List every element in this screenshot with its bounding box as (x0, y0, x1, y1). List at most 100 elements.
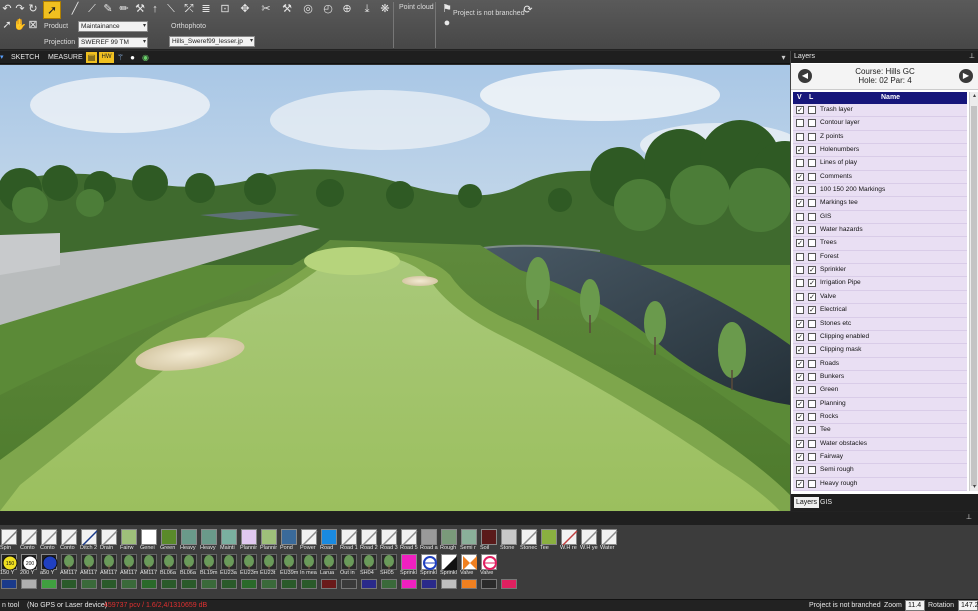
locked-checkbox[interactable] (808, 186, 816, 195)
palette-swatch[interactable] (421, 579, 437, 589)
visible-checkbox[interactable] (796, 252, 804, 261)
palette-swatch[interactable]: Heavy (200, 528, 218, 552)
visible-checkbox[interactable]: ✓ (796, 412, 804, 421)
visible-checkbox[interactable]: ✓ (796, 386, 804, 395)
palette-swatch[interactable]: Pond (280, 528, 298, 552)
palette-swatch[interactable] (481, 579, 497, 589)
palette-swatch[interactable] (221, 579, 237, 589)
scroll-up-icon[interactable]: ▴ (970, 92, 978, 100)
locked-checkbox[interactable] (808, 212, 816, 221)
visible-checkbox[interactable]: ✓ (796, 479, 804, 488)
locked-checkbox[interactable] (808, 439, 816, 448)
crosshair-icon[interactable]: ⊠ (26, 18, 40, 32)
visible-checkbox[interactable]: ✓ (796, 346, 804, 355)
palette-swatch[interactable] (341, 579, 357, 589)
palette-swatch[interactable]: EU23a (220, 553, 238, 577)
split-tool-icon[interactable]: ⤱ (182, 2, 196, 16)
palette-swatch[interactable] (281, 579, 297, 589)
locked-checkbox[interactable]: ✓ (808, 292, 816, 301)
palette-swatch[interactable]: Road 1 (340, 528, 358, 552)
rotation-input[interactable]: 147.2 (958, 600, 978, 611)
visible-checkbox[interactable]: ✓ (796, 452, 804, 461)
visible-checkbox[interactable]: ✓ (796, 146, 804, 155)
rotate-icon[interactable]: ↻ (26, 2, 40, 16)
palette-swatch[interactable]: Sprinkl (440, 553, 458, 577)
zoom-area-icon[interactable]: ⊡ (218, 2, 232, 16)
arrow-up-tool-icon[interactable]: ↑ (148, 2, 162, 16)
view-menu-icon[interactable]: ▾ (0, 52, 4, 63)
select-tool-button[interactable]: ➚ (43, 1, 61, 19)
tab-layers[interactable]: Layers (794, 497, 820, 508)
palette-swatch[interactable]: a50 Y (40, 553, 58, 577)
layer-row[interactable]: ✓ Stones etc (793, 317, 967, 331)
palette-swatch[interactable]: In mea (300, 553, 318, 577)
branch-icon[interactable]: ⚑ (440, 2, 454, 16)
visible-checkbox[interactable]: ✓ (796, 226, 804, 235)
document-icon[interactable]: ▤ (86, 52, 97, 63)
locked-checkbox[interactable] (808, 346, 816, 355)
palette-swatch[interactable]: Fairw (120, 528, 138, 552)
layer-row[interactable]: ✓ Planning (793, 397, 967, 411)
locked-checkbox[interactable] (808, 146, 816, 155)
palette-swatch[interactable]: Plannir (260, 528, 278, 552)
pencil-tool-icon[interactable]: ✏ (117, 2, 131, 16)
palette-swatch[interactable]: Valve (460, 553, 478, 577)
layer-row[interactable]: Contour layer (793, 117, 967, 131)
layer-row[interactable]: ✓ Electrical (793, 304, 967, 318)
layer-row[interactable]: ✓ Trash layer (793, 104, 967, 118)
visible-checkbox[interactable]: ✓ (796, 172, 804, 181)
palette-swatch[interactable] (321, 579, 337, 589)
move-tool-icon[interactable]: ✥ (238, 2, 252, 16)
layer-row[interactable]: ✓ Roads (793, 357, 967, 371)
hw-toggle[interactable]: HW (99, 52, 114, 63)
palette-swatch[interactable]: SH05 (380, 553, 398, 577)
palette-swatch[interactable]: 200 200 Y (20, 553, 38, 577)
layer-row[interactable]: Z points (793, 130, 967, 145)
palette-swatch[interactable] (441, 579, 457, 589)
measure-tab[interactable]: MEASURE (48, 52, 83, 63)
layer-row[interactable]: Forest (793, 250, 967, 265)
palette-swatch[interactable] (241, 579, 257, 589)
contour-lines-icon[interactable]: ≣ (199, 2, 213, 16)
layer-row[interactable]: ✓ Rocks (793, 410, 967, 425)
scissors-icon[interactable]: ✂ (259, 2, 273, 16)
layer-row[interactable]: ✓ Comments (793, 170, 967, 185)
palette-swatch[interactable] (501, 579, 517, 589)
sketch-tab[interactable]: SKETCH (11, 52, 39, 63)
polyline-tool-icon[interactable]: ⟋ (85, 2, 99, 16)
locked-checkbox[interactable] (808, 426, 816, 435)
palette-swatch[interactable]: Road 2 (360, 528, 378, 552)
palette-swatch[interactable]: EU23t (260, 553, 278, 577)
locked-checkbox[interactable] (808, 479, 816, 488)
palette-swatch[interactable]: EU23m (240, 553, 258, 577)
locked-checkbox[interactable] (808, 412, 816, 421)
pin-icon[interactable]: ⊥ (966, 513, 972, 521)
bug-tool-icon[interactable]: ❋ (378, 2, 392, 16)
layer-row[interactable]: ✓ Semi rough (793, 464, 967, 478)
locked-checkbox[interactable] (808, 106, 816, 114)
column-visible[interactable]: V (797, 92, 802, 104)
palette-swatch[interactable]: 150 150 Y (0, 553, 18, 577)
palette-swatch[interactable] (381, 579, 397, 589)
locked-checkbox[interactable] (808, 372, 816, 381)
layer-row[interactable]: ✓ Tee (793, 424, 967, 438)
zoom-input[interactable]: 11.4 (905, 600, 925, 611)
layer-row[interactable]: ✓ Water hazards (793, 224, 967, 238)
locked-checkbox[interactable]: ✓ (808, 306, 816, 315)
layer-row[interactable]: ✓ 100 150 200 Markings (793, 184, 967, 198)
visible-checkbox[interactable]: ✓ (796, 319, 804, 328)
hammer-icon[interactable]: ⚒ (280, 2, 294, 16)
column-locked[interactable]: L (809, 92, 813, 104)
hand-icon[interactable]: ✋ (13, 18, 27, 32)
visible-checkbox[interactable] (796, 266, 804, 275)
palette-swatch[interactable]: SH04 (360, 553, 378, 577)
visible-checkbox[interactable]: ✓ (796, 332, 804, 341)
layer-row[interactable]: ✓ Clipping enabled (793, 330, 967, 345)
locked-checkbox[interactable]: ✓ (808, 279, 816, 288)
palette-swatch[interactable] (141, 579, 157, 589)
locked-checkbox[interactable] (808, 239, 816, 248)
palette-swatch[interactable] (301, 579, 317, 589)
palette-swatch[interactable] (401, 579, 417, 589)
visible-checkbox[interactable]: ✓ (796, 199, 804, 208)
visible-checkbox[interactable] (796, 292, 804, 301)
